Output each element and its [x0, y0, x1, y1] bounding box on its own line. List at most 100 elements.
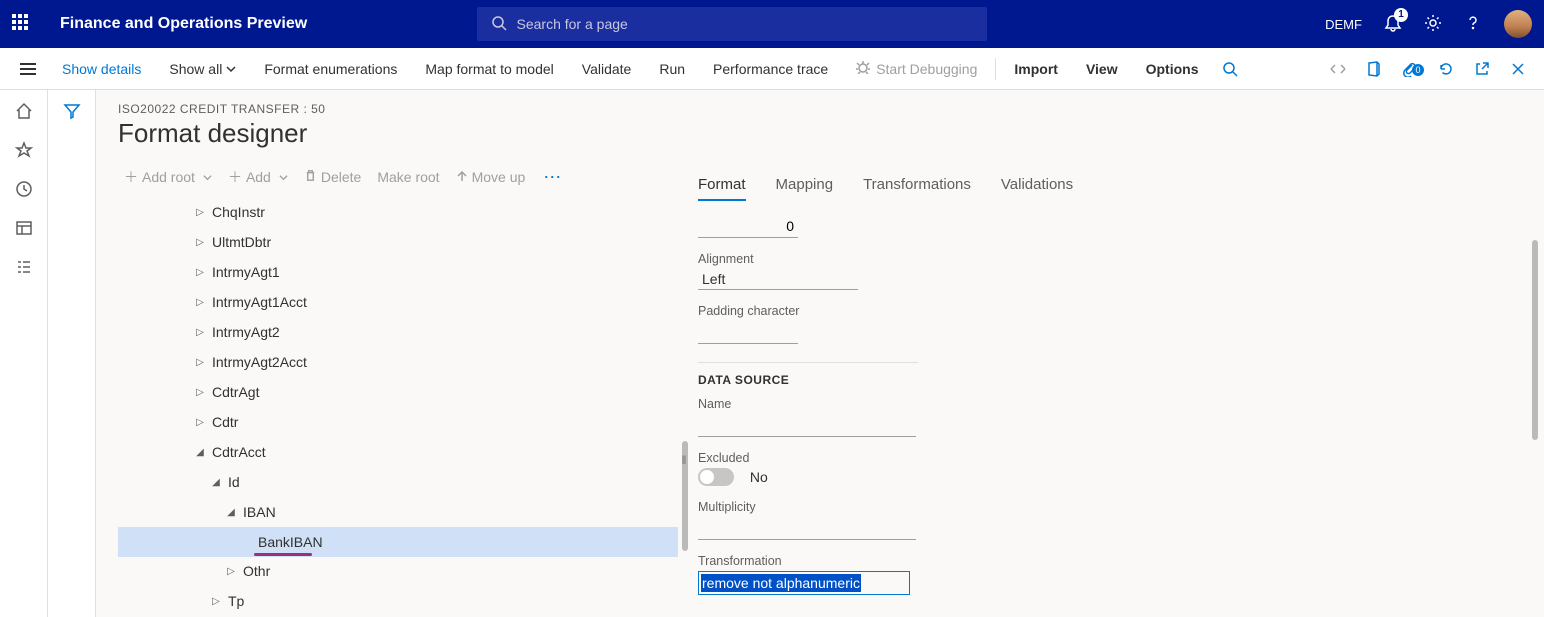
move-up-button[interactable]: Move up [450, 165, 532, 189]
expand-collapse-icon[interactable]: ◢ [223, 507, 239, 518]
map-format-button[interactable]: Map format to model [411, 48, 567, 89]
detail-tabs: Format Mapping Transformations Validatio… [698, 176, 1522, 201]
filter-icon[interactable] [63, 102, 81, 617]
command-bar: Show details Show all Format enumeration… [0, 48, 1544, 90]
tree-node[interactable]: ▷ Cdtr [118, 407, 678, 437]
delete-button[interactable]: Delete [298, 165, 367, 189]
user-avatar[interactable] [1504, 10, 1532, 38]
make-root-button[interactable]: Make root [371, 165, 445, 189]
tree-node[interactable]: ▷ChqInstr [118, 197, 678, 227]
tree-node[interactable]: ◢ IBAN [118, 497, 678, 527]
tree-node-label: IBAN [243, 504, 276, 520]
refresh-icon[interactable] [1428, 61, 1464, 77]
validate-button[interactable]: Validate [568, 48, 646, 89]
office-icon[interactable] [1356, 61, 1392, 77]
expand-icon[interactable]: ▷ [192, 207, 208, 218]
tree-node[interactable]: ▷Othr [118, 556, 678, 586]
nav-menu-icon[interactable] [8, 48, 48, 90]
expand-collapse-icon[interactable]: ◢ [208, 477, 224, 488]
close-icon[interactable] [1500, 61, 1536, 77]
tab-validations[interactable]: Validations [1001, 176, 1073, 201]
modules-icon[interactable] [15, 258, 33, 279]
tree-node[interactable]: ▷ UltmtDbtr [118, 227, 678, 257]
multiplicity-input[interactable] [698, 517, 916, 540]
expand-icon[interactable]: ▷ [192, 297, 208, 308]
show-details-button[interactable]: Show details [48, 48, 155, 89]
nav-rail [0, 90, 48, 617]
expand-icon[interactable]: ▷ [192, 327, 208, 338]
tree-node[interactable]: ▷Tp [118, 586, 678, 616]
tree-node[interactable]: ▷IntrmyAgt1 [118, 257, 678, 287]
expand-icon[interactable]: ▷ [192, 387, 208, 398]
tree-node[interactable]: ▷ CdtrAgt [118, 377, 678, 407]
transformation-dropdown[interactable]: remove not alphanumeric [698, 571, 910, 595]
find-icon[interactable] [1212, 61, 1248, 77]
tree-node[interactable]: ▷ IntrmyAgt1Acct [118, 287, 678, 317]
collapse-icon[interactable] [1320, 63, 1356, 75]
numeric-field[interactable] [698, 215, 798, 238]
tab-format[interactable]: Format [698, 176, 746, 201]
page-title: Format designer [118, 118, 678, 149]
chevron-down-icon [226, 61, 236, 77]
show-all-button[interactable]: Show all [155, 48, 250, 89]
tree-node-label: IntrmyAgt2 [212, 324, 280, 340]
workspaces-icon[interactable] [15, 219, 33, 240]
favorite-icon[interactable] [15, 141, 33, 162]
tree-node[interactable]: ◢ CdtrAcct [118, 437, 678, 467]
attachments-icon[interactable]: 0 [1392, 61, 1428, 77]
transformation-value: remove not alphanumeric [701, 574, 861, 592]
format-tree: ▷ChqInstr▷UltmtDbtr▷IntrmyAgt1▷IntrmyAgt… [118, 197, 678, 616]
company-label[interactable]: DEMF [1325, 17, 1362, 32]
tree-node[interactable]: ▷ IntrmyAgt2 [118, 317, 678, 347]
tree-node-label: IntrmyAgt1Acct [212, 294, 307, 310]
alignment-value[interactable]: Left [698, 269, 858, 290]
right-pane: Format Mapping Transformations Validatio… [690, 102, 1522, 617]
performance-trace-button[interactable]: Performance trace [699, 48, 842, 89]
tree-node-label: UltmtDbtr [212, 234, 271, 250]
home-icon[interactable] [15, 102, 33, 123]
tree-node[interactable]: ◢ Id [118, 467, 678, 497]
tab-transformations[interactable]: Transformations [863, 176, 971, 201]
expand-icon[interactable]: ▷ [192, 417, 208, 428]
expand-icon[interactable]: ▷ [223, 566, 239, 577]
expand-icon[interactable]: ▷ [192, 267, 208, 278]
more-actions-icon[interactable]: ⋯ [535, 167, 570, 188]
expand-icon[interactable]: ▷ [208, 596, 224, 607]
name-input[interactable] [698, 414, 916, 437]
help-icon[interactable] [1464, 14, 1482, 35]
search-icon [491, 15, 507, 34]
notifications-icon[interactable]: 1 [1384, 14, 1402, 35]
tree-node[interactable]: ▷ IntrmyAgt2Acct [118, 347, 678, 377]
settings-icon[interactable] [1424, 14, 1442, 35]
add-root-button[interactable]: ＋Add root [118, 163, 218, 191]
expand-collapse-icon[interactable]: ◢ [192, 447, 208, 458]
arrow-up-icon [456, 169, 468, 185]
import-button[interactable]: Import [1000, 48, 1072, 89]
add-button[interactable]: ＋Add [222, 163, 294, 191]
name-label: Name [698, 397, 1522, 411]
tree-scrollbar[interactable] [682, 441, 688, 551]
expand-icon[interactable]: ▷ [192, 237, 208, 248]
tree-node-label: CdtrAgt [212, 384, 259, 400]
recent-icon[interactable] [15, 180, 33, 201]
tree-node-label: IntrmyAgt2Acct [212, 354, 307, 370]
start-debugging-button[interactable]: Start Debugging [842, 48, 991, 89]
global-search[interactable] [477, 7, 987, 41]
run-button[interactable]: Run [645, 48, 699, 89]
tab-mapping[interactable]: Mapping [776, 176, 834, 201]
trash-icon [304, 169, 317, 185]
options-button[interactable]: Options [1132, 48, 1213, 89]
tree-node-label: Id [228, 474, 240, 490]
excluded-toggle[interactable] [698, 468, 734, 486]
search-input[interactable] [517, 16, 973, 32]
tree-node-label: Cdtr [212, 414, 238, 430]
format-enumerations-button[interactable]: Format enumerations [250, 48, 411, 89]
expand-icon[interactable]: ▷ [192, 357, 208, 368]
padding-input[interactable] [698, 321, 798, 344]
tree-node[interactable]: BankIBAN [118, 527, 678, 557]
popout-icon[interactable] [1464, 61, 1500, 77]
view-button[interactable]: View [1072, 48, 1132, 89]
app-launcher-icon[interactable] [12, 14, 32, 34]
tree-node-label: CdtrAcct [212, 444, 266, 460]
page-scrollbar[interactable] [1532, 240, 1538, 440]
